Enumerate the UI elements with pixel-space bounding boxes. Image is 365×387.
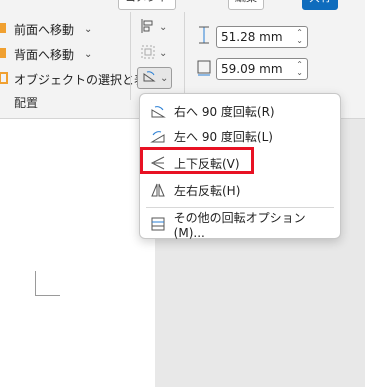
send-backward-button[interactable]: 背面へ移動 ⌄ — [0, 43, 92, 65]
rotate-icon — [141, 69, 157, 88]
height-field[interactable]: 51.28 mm ⌃ ⌄ — [216, 25, 308, 48]
width-row: 59.09 mm ⌃ ⌄ — [196, 57, 308, 80]
selection-pane-icon — [0, 71, 10, 88]
chevron-down-icon: ⌄ — [159, 21, 168, 33]
menu-item-more-rotation-options[interactable]: その他の回転オプション(M)... — [146, 211, 334, 240]
menu-item-label: その他の回転オプション(M)... — [173, 210, 306, 240]
chevron-down-icon: ⌄ — [159, 47, 168, 59]
height-icon — [196, 25, 212, 48]
height-value: 51.28 mm — [221, 29, 283, 44]
width-spinner[interactable]: ⌃ ⌄ — [296, 60, 303, 77]
group-icon — [140, 44, 156, 63]
width-field[interactable]: 59.09 mm ⌃ ⌄ — [216, 57, 308, 80]
height-row: 51.28 mm ⌃ ⌄ — [196, 25, 308, 48]
send-backward-icon — [0, 46, 10, 63]
menu-item-rotate-left[interactable]: 左へ 90 度回転(L) — [146, 124, 334, 148]
align-icon — [140, 18, 156, 37]
share-button[interactable]: 共有 — [302, 0, 338, 10]
divider — [130, 12, 131, 100]
send-backward-label: 背面へ移動 — [14, 47, 75, 62]
align-button[interactable]: ⌄ — [140, 17, 167, 37]
rotate-right-icon — [148, 101, 168, 121]
divider — [184, 12, 185, 100]
menu-item-flip-horizontal[interactable]: 左右反転(H) — [146, 178, 334, 202]
group-button[interactable]: ⌄ — [140, 43, 167, 63]
width-value: 59.09 mm — [221, 61, 283, 76]
bring-forward-label: 前面へ移動 — [14, 22, 75, 37]
chevron-down-icon: ⌄ — [84, 23, 93, 35]
chevron-down-icon: ⌄ — [84, 48, 93, 60]
edit-button[interactable]: 編集 — [228, 0, 264, 10]
bring-forward-icon — [0, 21, 10, 38]
bring-forward-button[interactable]: 前面へ移動 ⌄ — [0, 18, 92, 40]
rotate-left-icon — [148, 126, 168, 146]
more-rotation-options-icon — [148, 214, 168, 234]
comment-button[interactable]: コメント — [118, 0, 176, 10]
rotate-button[interactable]: ⌄ — [137, 67, 173, 89]
menu-item-rotate-right[interactable]: 右へ 90 度回転(R) — [146, 99, 334, 123]
chevron-down-icon: ⌄ — [160, 72, 169, 84]
width-icon — [196, 57, 212, 80]
arrange-group-label: 配置 — [14, 96, 39, 110]
menu-item-label: 右へ 90 度回転(R) — [174, 104, 275, 119]
menu-item-label: 左へ 90 度回転(L) — [174, 129, 273, 144]
document-page[interactable] — [0, 119, 155, 387]
menu-item-label: 左右反転(H) — [174, 183, 241, 198]
selection-pane-button[interactable]: オブジェクトの選択と表示 — [0, 68, 158, 90]
flip-horizontal-icon — [148, 180, 168, 200]
margin-marker — [35, 271, 60, 296]
highlight-box — [140, 147, 254, 174]
height-spinner[interactable]: ⌃ ⌄ — [296, 28, 303, 45]
